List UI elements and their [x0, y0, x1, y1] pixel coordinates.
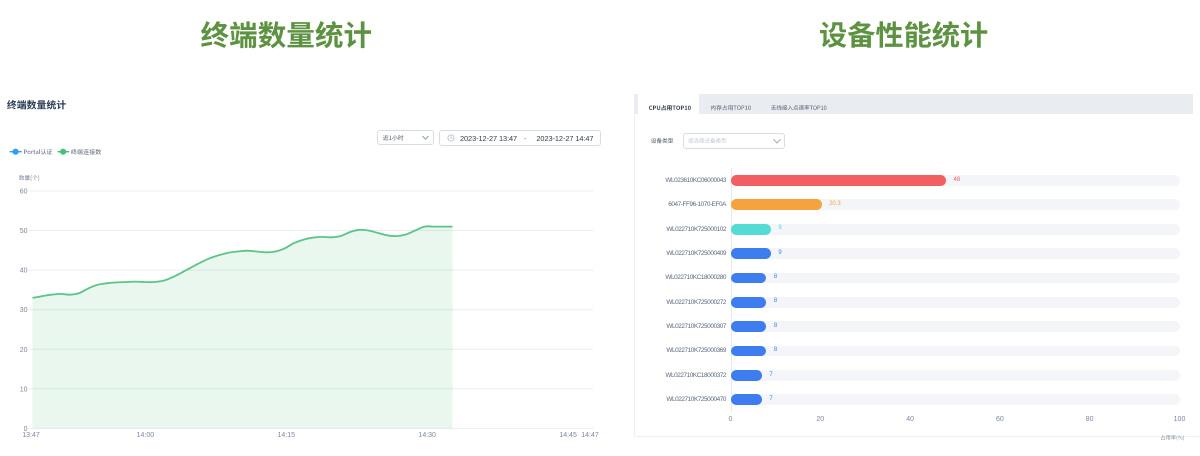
- svg-text:14:47: 14:47: [581, 432, 599, 439]
- svg-text:13:47: 13:47: [22, 432, 40, 439]
- svg-text:20: 20: [20, 347, 28, 354]
- svg-text:30: 30: [20, 307, 28, 314]
- svg-text:50: 50: [20, 228, 28, 235]
- svg-text:14:45: 14:45: [559, 432, 577, 439]
- svg-text:14:30: 14:30: [418, 432, 436, 439]
- svg-text:60: 60: [20, 189, 28, 196]
- svg-text:14:15: 14:15: [278, 432, 296, 439]
- svg-text:14:00: 14:00: [137, 432, 155, 439]
- svg-text:10: 10: [20, 386, 28, 393]
- svg-text:40: 40: [20, 268, 28, 275]
